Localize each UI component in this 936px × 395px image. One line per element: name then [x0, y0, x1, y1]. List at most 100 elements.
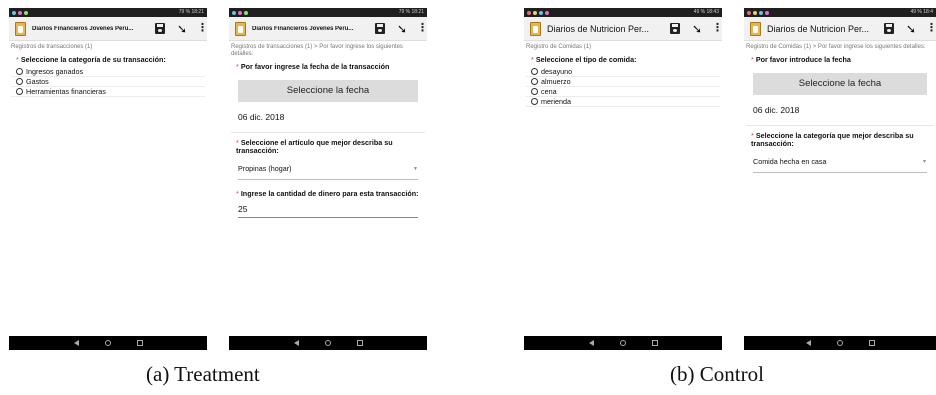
status-bar: 79 % 18:21: [229, 8, 427, 17]
amount-input[interactable]: 25: [238, 204, 418, 218]
form-content: Registro de Comidas (1) > Por favor ingr…: [744, 41, 936, 336]
back-icon[interactable]: [805, 340, 811, 346]
status-bar: 49 % 18:43: [524, 8, 722, 17]
app-bar: Diarios de Nutricion Per... ➘ ⋮: [744, 17, 936, 41]
back-icon[interactable]: [588, 340, 594, 346]
date-question-label: * Por favor introduce la fecha: [751, 55, 851, 64]
recents-icon[interactable]: [136, 340, 143, 346]
radio-button[interactable]: [16, 77, 23, 85]
app-title: Diarios Financieros Jovenes Peru...: [252, 25, 354, 32]
overflow-menu-icon[interactable]: ⋮: [417, 23, 427, 34]
save-icon[interactable]: [375, 23, 385, 34]
radio-button[interactable]: [531, 87, 538, 95]
radio-option-desayuno[interactable]: desayuno: [526, 67, 720, 77]
caption-treatment: (a) Treatment: [146, 362, 260, 386]
required-marker: *: [236, 188, 239, 198]
notification-icons: [12, 10, 28, 15]
overflow-menu-icon[interactable]: ⋮: [926, 23, 936, 34]
send-icon[interactable]: ➘: [395, 23, 409, 35]
app-title: Diarios de Nutricion Per...: [767, 23, 870, 34]
home-icon[interactable]: [619, 340, 626, 346]
nav-bar: [524, 336, 722, 350]
form-content: Registros de transacciones (1) * Selecci…: [9, 41, 207, 336]
radio-option-almuerzo[interactable]: almuerzo: [526, 77, 720, 87]
required-marker: *: [531, 55, 534, 64]
clipboard-icon: [235, 21, 246, 36]
overflow-menu-icon[interactable]: ⋮: [712, 23, 722, 34]
breadcrumb: Registro de Comidas (1): [526, 44, 592, 50]
home-icon[interactable]: [104, 340, 111, 346]
phone-control-details: 49 % 18:4 Diarios de Nutricion Per... ➘ …: [744, 8, 936, 350]
radio-option-ingresos[interactable]: Ingresos ganados: [11, 67, 205, 77]
clipboard-icon: [750, 21, 761, 36]
app-title: Diarios de Nutricion Per...: [547, 23, 650, 34]
caption-control: (b) Control: [670, 362, 764, 386]
status-text: 79 % 18:21: [178, 9, 204, 15]
home-icon[interactable]: [836, 340, 843, 346]
phone-treatment-details: 79 % 18:21 Diarios Financieros Jovenes P…: [229, 8, 427, 350]
dropdown-caret-icon: ▼: [413, 165, 418, 172]
overflow-menu-icon[interactable]: ⋮: [197, 23, 207, 34]
send-icon[interactable]: ➘: [175, 23, 189, 35]
recents-icon[interactable]: [868, 340, 875, 346]
app-bar: Diarios Financieros Jovenes Peru... ➘ ⋮: [9, 17, 207, 41]
status-text: 49 % 18:4: [910, 9, 933, 15]
status-bar: 49 % 18:4: [744, 8, 936, 17]
phone-control-meal-type: 49 % 18:43 Diarios de Nutricion Per... ➘…: [524, 8, 722, 350]
item-select[interactable]: Propinas (hogar) ▼: [238, 164, 418, 180]
status-text: 79 % 18:21: [398, 9, 424, 15]
radio-option-herramientas[interactable]: Herramientas financieras: [11, 87, 205, 97]
save-icon[interactable]: [155, 23, 165, 34]
required-marker: *: [751, 55, 754, 64]
form-content: Registro de Comidas (1) * Seleccione el …: [524, 41, 722, 336]
back-icon[interactable]: [73, 340, 79, 346]
clipboard-icon: [15, 21, 26, 36]
required-marker: *: [236, 62, 239, 71]
category-question-label: * Seleccione la categoría que mejor desc…: [751, 130, 914, 148]
app-bar: Diarios de Nutricion Per... ➘ ⋮: [524, 17, 722, 41]
question-label: * Seleccione el tipo de comida:: [531, 55, 637, 64]
nav-bar: [744, 336, 936, 350]
date-question-label: * Por favor ingrese la fecha de la trans…: [236, 62, 390, 71]
question-label: * Seleccione la categoría de su transacc…: [16, 55, 166, 64]
recents-icon[interactable]: [651, 340, 658, 346]
send-icon[interactable]: ➘: [690, 23, 704, 35]
app-bar: Diarios Financieros Jovenes Peru... ➘ ⋮: [229, 17, 427, 41]
status-text: 49 % 18:43: [693, 9, 719, 15]
home-icon[interactable]: [324, 340, 331, 346]
radio-option-merienda[interactable]: merienda: [526, 97, 720, 107]
app-title: Diarios Financieros Jovenes Peru...: [32, 25, 134, 32]
select-date-button[interactable]: Seleccione la fecha: [238, 79, 418, 102]
notification-icons: [747, 10, 769, 15]
radio-button[interactable]: [531, 67, 538, 75]
notification-icons: [232, 10, 248, 15]
notification-icons: [527, 10, 549, 15]
date-value: 06 dic. 2018: [746, 101, 934, 126]
radio-option-gastos[interactable]: Gastos: [11, 77, 205, 87]
breadcrumb: Registros de transacciones (1) > Por fav…: [231, 44, 403, 57]
radio-button[interactable]: [531, 97, 538, 105]
required-marker: *: [16, 55, 19, 64]
radio-button[interactable]: [16, 67, 23, 75]
form-content: Registros de transacciones (1) > Por fav…: [229, 41, 427, 336]
item-question-label: * Seleccione el artículo que mejor descr…: [236, 137, 393, 155]
breadcrumb: Registro de Comidas (1) > Por favor ingr…: [746, 44, 926, 50]
save-icon[interactable]: [884, 23, 894, 34]
phone-treatment-category: 79 % 18:21 Diarios Financieros Jovenes P…: [9, 8, 207, 350]
nav-bar: [9, 336, 207, 350]
radio-button[interactable]: [16, 87, 23, 95]
back-icon[interactable]: [293, 340, 299, 346]
radio-option-cena[interactable]: cena: [526, 87, 720, 97]
status-bar: 79 % 18:21: [9, 8, 207, 17]
radio-button[interactable]: [531, 77, 538, 85]
nav-bar: [229, 336, 427, 350]
save-icon[interactable]: [670, 23, 680, 34]
dropdown-caret-icon: ▼: [922, 158, 927, 165]
select-date-button[interactable]: Seleccione la fecha: [753, 72, 927, 95]
clipboard-icon: [530, 21, 541, 36]
recents-icon[interactable]: [356, 340, 363, 346]
amount-question-label: * Ingrese la cantidad de dinero para est…: [236, 188, 419, 198]
send-icon[interactable]: ➘: [904, 23, 918, 35]
breadcrumb: Registros de transacciones (1): [11, 44, 93, 50]
category-select[interactable]: Comida hecha en casa ▼: [753, 157, 927, 173]
